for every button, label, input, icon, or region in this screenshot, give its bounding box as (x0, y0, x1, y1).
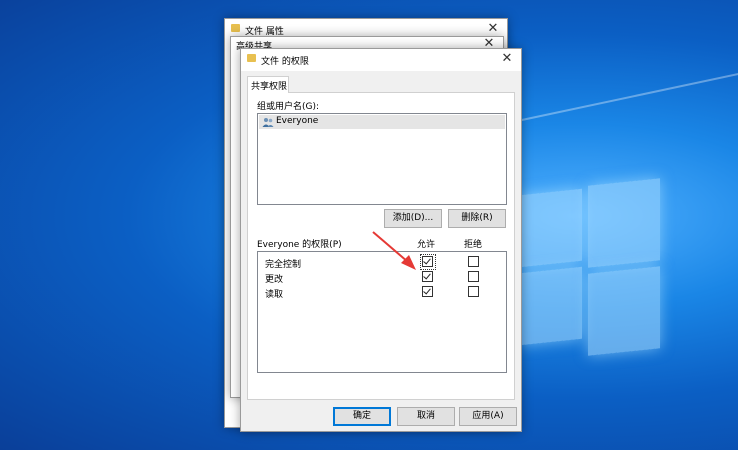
remove-button[interactable]: 删除(R) (448, 209, 506, 228)
tab-panel: 组或用户名(G): Everyone 添加(D)... 删除(R) Everyo… (247, 92, 515, 400)
close-icon[interactable]: ✕ (485, 21, 501, 37)
permissions-dialog: 文件 的权限 ✕ 共享权限 组或用户名(G): Everyone 添加(D)..… (240, 48, 522, 432)
tab-share-permissions[interactable]: 共享权限 (247, 76, 289, 93)
allow-change-checkbox[interactable] (422, 271, 433, 282)
users-group-icon (262, 117, 274, 127)
dialog-title: 文件 的权限 (261, 57, 309, 67)
permissions-label: Everyone 的权限(P) (257, 240, 342, 250)
apply-button[interactable]: 应用(A) (459, 407, 517, 426)
allow-full-control-checkbox[interactable] (422, 256, 433, 267)
deny-full-control-checkbox[interactable] (468, 256, 479, 267)
permission-label-read: 读取 (265, 290, 284, 300)
folder-icon (231, 24, 240, 32)
permission-label-full-control: 完全控制 (265, 260, 302, 270)
add-button[interactable]: 添加(D)... (384, 209, 442, 228)
users-listbox[interactable]: Everyone (257, 113, 507, 205)
tab-label: 共享权限 (251, 82, 288, 92)
cancel-button[interactable]: 取消 (397, 407, 455, 426)
deny-column-header: 拒绝 (464, 240, 483, 250)
permission-label-change: 更改 (265, 275, 284, 285)
close-icon[interactable]: ✕ (499, 51, 515, 67)
folder-icon (247, 54, 256, 62)
deny-change-checkbox[interactable] (468, 271, 479, 282)
ok-button[interactable]: 确定 (333, 407, 391, 426)
permissions-list[interactable]: 完全控制 更改 读取 (257, 251, 507, 373)
group-users-label: 组或用户名(G): (257, 102, 320, 112)
allow-column-header: 允许 (417, 240, 436, 250)
list-item[interactable]: Everyone (259, 115, 505, 129)
windows-logo (520, 178, 660, 356)
user-name: Everyone (276, 116, 319, 126)
deny-read-checkbox[interactable] (468, 286, 479, 297)
allow-read-checkbox[interactable] (422, 286, 433, 297)
dialog-titlebar: 文件 的权限 ✕ (241, 49, 521, 71)
